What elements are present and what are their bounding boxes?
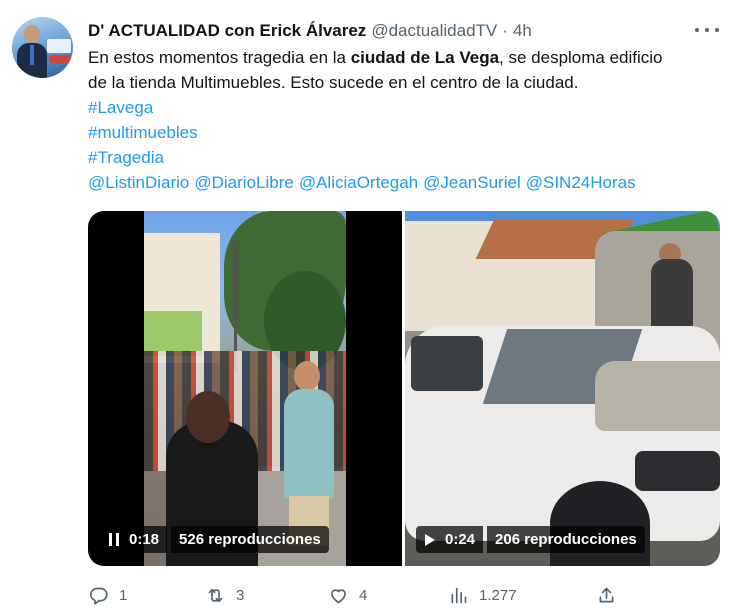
mention-link[interactable]: @DiarioLibre xyxy=(194,173,293,192)
video-views: 526 reproducciones xyxy=(171,526,329,553)
like-count: 4 xyxy=(359,586,368,604)
video-time: 0:24 xyxy=(445,531,476,548)
heart-icon xyxy=(331,588,346,603)
retweet-button[interactable]: 3 xyxy=(205,582,244,608)
hashtag-link[interactable]: #Tragedia xyxy=(88,148,164,167)
avatar[interactable] xyxy=(12,17,73,78)
pause-icon xyxy=(109,533,119,546)
retweet-count: 3 xyxy=(236,586,245,604)
video-time: 0:18 xyxy=(129,531,160,548)
mentions-line: @ListinDiario @DiarioLibre @AliciaOrtegah @… xyxy=(88,170,733,195)
bold-text: ciudad de La Vega xyxy=(350,48,500,67)
bar-chart-icon xyxy=(451,587,467,603)
play-button[interactable]: 0:24 xyxy=(416,526,484,553)
reply-button[interactable]: 1 xyxy=(88,582,127,608)
author-name[interactable]: D' ACTUALIDAD con Erick Álvarez xyxy=(88,21,366,41)
reply-icon xyxy=(89,587,108,605)
mention-link[interactable]: @AliciaOrtegah xyxy=(299,173,418,192)
hashtag-link[interactable]: #Lavega xyxy=(88,98,153,117)
play-icon xyxy=(425,533,435,546)
author-handle[interactable]: @dactualidadTV xyxy=(371,21,497,41)
separator-dot: · xyxy=(502,21,508,40)
video-player[interactable] xyxy=(88,211,402,566)
share-button[interactable] xyxy=(596,582,617,608)
tweet-text-line-1: En estos momentos tragedia en la ciudad … xyxy=(88,48,663,67)
pause-button[interactable]: 0:18 xyxy=(100,526,168,553)
share-icon xyxy=(599,587,614,602)
reply-count: 1 xyxy=(119,586,128,604)
video-overlay: 0:24 206 reproducciones xyxy=(416,526,645,553)
video-frame xyxy=(144,211,346,566)
media-grid: 0:18 526 reproducciones 0:24 206 reprodu… xyxy=(88,211,720,566)
mention-link[interactable]: @JeanSuriel xyxy=(423,173,521,192)
tweet-text-line-2: de la tienda Multimuebles. Esto sucede e… xyxy=(88,73,579,92)
mention-link[interactable]: @SIN24Horas xyxy=(526,173,636,192)
mention-link[interactable]: @ListinDiario xyxy=(88,173,189,192)
video-views: 206 reproducciones xyxy=(487,526,645,553)
views-count: 1.277 xyxy=(479,586,517,604)
tweet[interactable]: D' ACTUALIDAD con Erick Álvarez @dactual… xyxy=(0,0,747,611)
more-options-icon[interactable] xyxy=(695,21,719,39)
action-bar: 1 3 4 1.277 xyxy=(88,582,720,608)
tweet-text: En estos momentos tragedia en la ciudad … xyxy=(88,45,733,195)
video-overlay: 0:18 526 reproducciones xyxy=(100,526,329,553)
tweet-timestamp[interactable]: 4h xyxy=(513,21,532,41)
video-player[interactable] xyxy=(405,211,720,566)
tweet-header: D' ACTUALIDAD con Erick Álvarez @dactual… xyxy=(88,20,532,42)
like-button[interactable]: 4 xyxy=(328,582,367,608)
views-button[interactable]: 1.277 xyxy=(448,582,517,608)
retweet-icon xyxy=(208,588,223,602)
hashtag-link[interactable]: #multimuebles xyxy=(88,123,198,142)
